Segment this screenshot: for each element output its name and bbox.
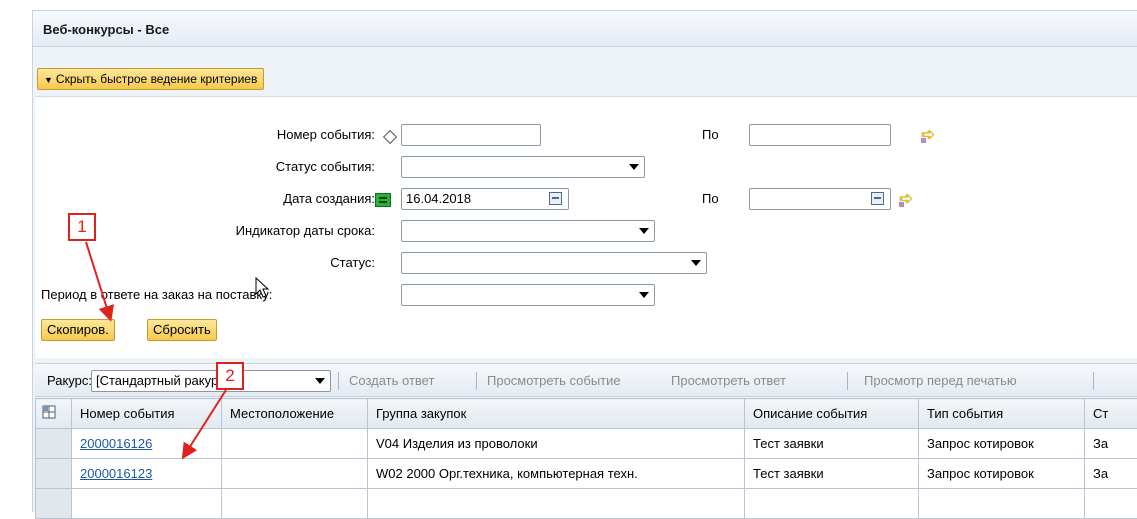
annotation-arrow-1 (86, 242, 110, 318)
annotation-arrows (0, 0, 1137, 512)
annotation-arrow-2 (184, 390, 226, 456)
